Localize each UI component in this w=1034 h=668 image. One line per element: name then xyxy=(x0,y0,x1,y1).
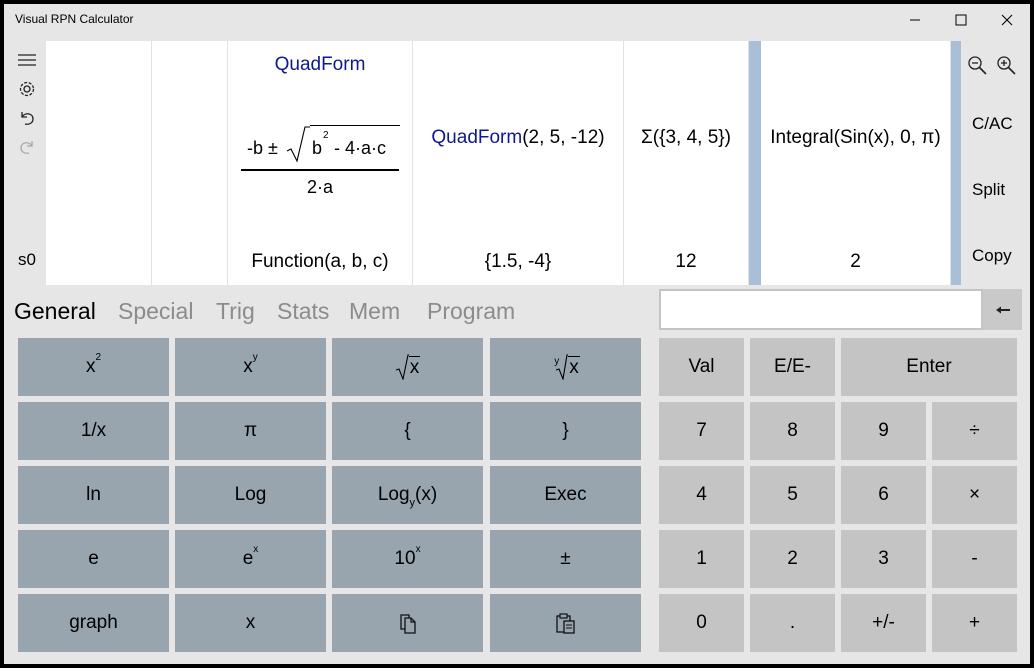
backspace-arrow-icon xyxy=(995,306,1010,313)
clear-button[interactable]: C/AC xyxy=(972,114,1013,134)
paste-key[interactable] xyxy=(490,594,641,652)
sqrt-sign-icon xyxy=(395,354,409,380)
hamburger-icon[interactable] xyxy=(14,49,40,71)
decimal-point-key[interactable]: . xyxy=(750,594,835,652)
fraction-bar xyxy=(241,169,399,171)
stack-cell-empty[interactable] xyxy=(46,41,152,285)
backspace-button[interactable] xyxy=(983,289,1022,330)
quadform-call-args: (2, 5, -12) xyxy=(522,127,605,148)
numerator-b-exponent: 2 xyxy=(323,130,329,141)
undo-icon[interactable] xyxy=(14,107,40,129)
minimize-button[interactable] xyxy=(892,4,938,36)
graph-key[interactable]: graph xyxy=(18,594,169,652)
quadform-title: QuadForm xyxy=(274,54,366,75)
split-button[interactable]: Split xyxy=(972,180,1005,200)
variable-x-key[interactable]: x xyxy=(175,594,326,652)
sum-result: 12 xyxy=(675,251,697,272)
numerator-prefix: -b ± xyxy=(247,138,278,158)
sqrt-key[interactable]: x xyxy=(332,338,483,396)
paste-icon xyxy=(555,613,575,634)
digit-3-key[interactable]: 3 xyxy=(841,530,926,588)
multiply-key[interactable]: × xyxy=(932,466,1017,524)
tab-trig[interactable]: Trig xyxy=(216,298,255,325)
digit-8-key[interactable]: 8 xyxy=(750,402,835,460)
selection-marker-left xyxy=(749,41,761,285)
gear-icon[interactable] xyxy=(14,78,40,100)
digit-2-key[interactable]: 2 xyxy=(750,530,835,588)
digit-6-key[interactable]: 6 xyxy=(841,466,926,524)
power-key[interactable]: xy xyxy=(175,338,326,396)
quadform-call-function: QuadForm xyxy=(431,127,523,148)
maximize-button[interactable] xyxy=(938,4,984,36)
sqrt-sign-icon xyxy=(286,126,310,163)
left-toolbar: s0 xyxy=(4,40,46,284)
zoom-in-icon[interactable] xyxy=(995,54,1017,76)
log-key[interactable]: Log xyxy=(175,466,326,524)
digit-1-key[interactable]: 1 xyxy=(659,530,744,588)
quadform-result: Function(a, b, c) xyxy=(251,251,389,272)
quadform-numerator: -b ± b 2 - 4·a·c xyxy=(242,123,400,163)
tab-program[interactable]: Program xyxy=(427,298,515,325)
ten-power-key[interactable]: 10 x xyxy=(332,530,483,588)
exponent-key[interactable]: E/E- xyxy=(750,338,835,396)
enter-key[interactable]: Enter xyxy=(841,338,1017,396)
close-button[interactable] xyxy=(984,4,1030,36)
entry-input[interactable] xyxy=(659,289,983,330)
stack-display: QuadForm -b ± b 2 - 4·a·c 2·a Function(a… xyxy=(46,41,961,285)
val-key[interactable]: Val xyxy=(659,338,744,396)
selection-marker-right xyxy=(951,41,961,285)
minimize-icon xyxy=(910,19,920,21)
tab-general[interactable]: General xyxy=(14,298,96,325)
stack-cell-quadform-definition[interactable]: QuadForm -b ± b 2 - 4·a·c 2·a Function(a… xyxy=(228,41,413,285)
stack-level-label: s0 xyxy=(18,250,36,269)
ln-key[interactable]: ln xyxy=(18,466,169,524)
digit-7-key[interactable]: 7 xyxy=(659,402,744,460)
stack-cell-sum[interactable]: Σ({3, 4, 5}) 12 xyxy=(624,41,749,285)
divide-key[interactable]: ÷ xyxy=(932,402,1017,460)
zoom-out-icon[interactable] xyxy=(966,54,988,76)
close-brace-key[interactable]: } xyxy=(490,402,641,460)
open-brace-key[interactable]: { xyxy=(332,402,483,460)
digit-0-key[interactable]: 0 xyxy=(659,594,744,652)
quadform-call-expression: QuadForm(2, 5, -12) xyxy=(413,127,623,149)
tab-special[interactable]: Special xyxy=(118,298,193,325)
numerator-b: b xyxy=(312,138,323,158)
logy-key[interactable]: Log y (x) xyxy=(332,466,483,524)
quadform-denominator: 2·a xyxy=(306,177,333,197)
exp-key[interactable]: ex xyxy=(175,530,326,588)
quadform-call-result: {1.5, -4} xyxy=(484,251,552,272)
window-title: Visual RPN Calculator xyxy=(15,12,134,26)
yroot-key[interactable]: yx xyxy=(490,338,641,396)
stack-cell-integral[interactable]: Integral(Sin(x), 0, π) 2 xyxy=(761,41,951,285)
digit-4-key[interactable]: 4 xyxy=(659,466,744,524)
negate-key[interactable]: +/- xyxy=(841,594,926,652)
stack-cell-empty[interactable] xyxy=(152,41,228,285)
numerator-rest: - 4·a·c xyxy=(334,138,387,158)
sum-expression: Σ({3, 4, 5}) xyxy=(641,127,731,148)
right-toolbar: C/AC Split Copy xyxy=(962,40,1030,284)
reciprocal-key[interactable]: 1/x xyxy=(18,402,169,460)
stack-cell-quadform-call[interactable]: QuadForm(2, 5, -12) {1.5, -4} xyxy=(413,41,624,285)
tab-stats[interactable]: Stats xyxy=(277,298,329,325)
redo-icon[interactable] xyxy=(14,136,40,158)
copy-key[interactable] xyxy=(332,594,483,652)
integral-result: 2 xyxy=(850,251,861,272)
close-icon xyxy=(1001,14,1013,26)
digit-5-key[interactable]: 5 xyxy=(750,466,835,524)
plus-key[interactable]: + xyxy=(932,594,1017,652)
pi-key[interactable]: π xyxy=(175,402,326,460)
tab-mem[interactable]: Mem xyxy=(349,298,400,325)
exec-key[interactable]: Exec xyxy=(490,466,641,524)
minus-key[interactable]: - xyxy=(932,530,1017,588)
integral-expression: Integral(Sin(x), 0, π) xyxy=(770,127,941,148)
app-window: Visual RPN Calculator s0 QuadForm -b ± b… xyxy=(4,4,1030,664)
digit-9-key[interactable]: 9 xyxy=(841,402,926,460)
title-bar: Visual RPN Calculator xyxy=(4,4,1030,36)
square-key[interactable]: x2 xyxy=(18,338,169,396)
maximize-icon xyxy=(955,14,967,26)
plusminus-key[interactable]: ± xyxy=(490,530,641,588)
copy-button[interactable]: Copy xyxy=(972,246,1012,266)
copy-icon xyxy=(399,614,416,634)
e-key[interactable]: e xyxy=(18,530,169,588)
